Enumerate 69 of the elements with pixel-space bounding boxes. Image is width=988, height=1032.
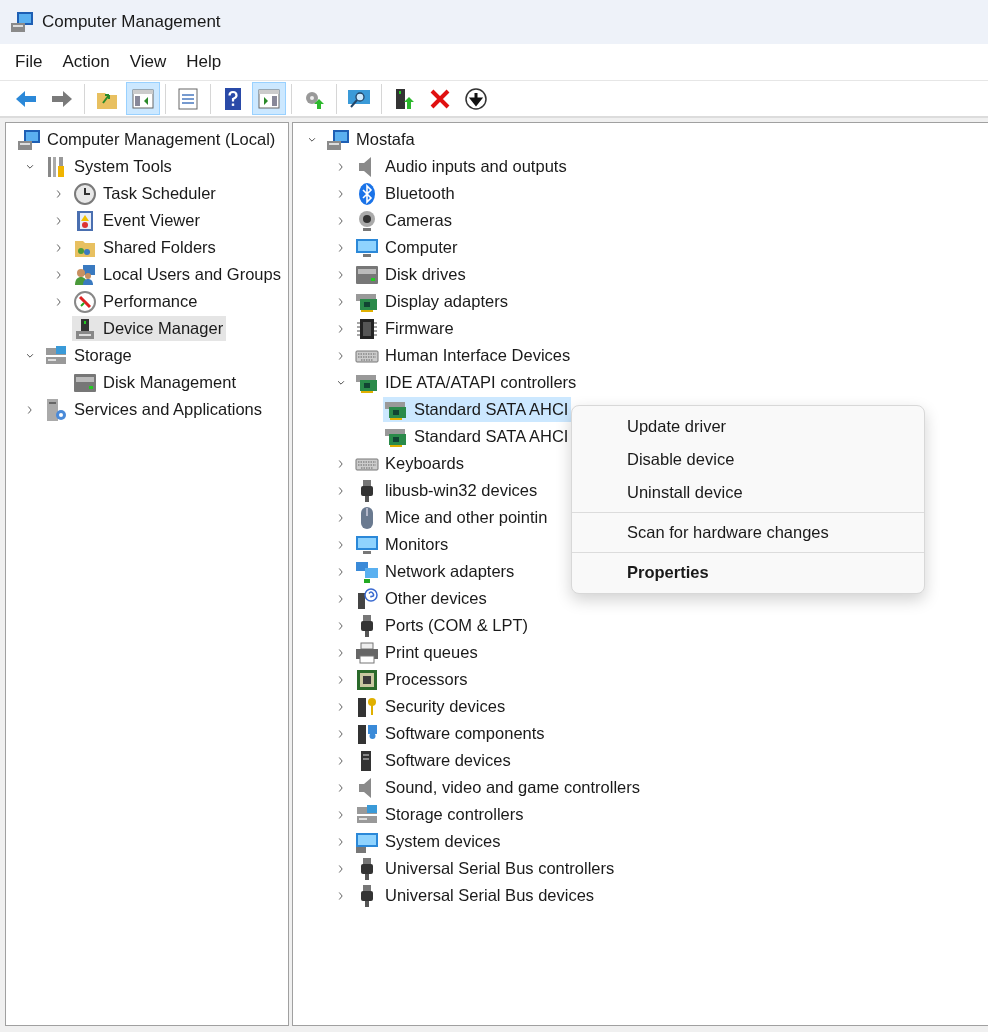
list-icon [176, 86, 200, 111]
server-gear-icon [44, 397, 68, 422]
tree-item[interactable]: Shared Folders [72, 235, 219, 260]
computer-icon [17, 127, 41, 152]
console-tree-button[interactable] [126, 82, 160, 115]
menu-item[interactable]: Properties [583, 556, 913, 589]
tree-item[interactable]: Audio inputs and outputs [354, 154, 570, 179]
tree-item[interactable]: Services and Applications [43, 397, 266, 422]
tree-item[interactable]: Mostafa [325, 127, 418, 152]
menu-item[interactable]: Scan for hardware changes [583, 516, 913, 549]
device-icon [73, 316, 97, 341]
tree-item[interactable]: Task Scheduler [72, 181, 219, 206]
tree-item[interactable]: Universal Serial Bus devices [354, 883, 598, 908]
computer-icon [326, 127, 350, 152]
tree-item[interactable]: Storage [43, 343, 135, 368]
tree-item[interactable]: Monitors [354, 532, 452, 557]
gauge-icon [73, 289, 97, 314]
processor-icon [355, 667, 379, 692]
tree-item[interactable]: Other devices [354, 586, 490, 611]
tree-item[interactable]: Ports (COM & LPT) [354, 613, 531, 638]
tree-item[interactable]: Event Viewer [72, 208, 203, 233]
tree-item[interactable]: libusb-win32 devices [354, 478, 541, 503]
tree-item[interactable]: Disk Management [72, 370, 239, 395]
tree-item[interactable]: Local Users and Groups [72, 262, 284, 287]
action-pane-button[interactable] [252, 82, 286, 115]
users-icon [73, 262, 97, 287]
tree-item[interactable]: Keyboards [354, 451, 467, 476]
computer-icon [10, 10, 34, 34]
menu-item[interactable]: Update driver [583, 410, 913, 443]
tree-item[interactable]: Storage controllers [354, 802, 527, 827]
tree-item[interactable]: Display adapters [354, 289, 511, 314]
tree-item[interactable]: Security devices [354, 694, 509, 719]
unknown-device-icon [355, 586, 379, 611]
menu-item[interactable]: Help [177, 49, 231, 75]
tree-item[interactable]: Device Manager [72, 316, 227, 341]
tree-item[interactable]: Computer [354, 235, 461, 260]
menu-item[interactable]: Uninstall device [583, 476, 913, 509]
printer-icon [355, 640, 379, 665]
menu-item[interactable]: View [120, 49, 176, 75]
chip-icon [355, 316, 379, 341]
tree-item[interactable]: Sound, video and game controllers [354, 775, 643, 800]
tree-item[interactable]: Software components [354, 721, 548, 746]
tree-item[interactable]: Bluetooth [354, 181, 458, 206]
down-arrow-circle-icon [464, 86, 488, 111]
tree-item[interactable]: IDE ATA/ATAPI controllers [354, 370, 580, 395]
pane-icon [131, 86, 155, 111]
tree-item[interactable]: Disk drives [354, 262, 469, 287]
tree-item[interactable]: Software devices [354, 748, 514, 773]
network-icon [355, 559, 379, 584]
tree-item[interactable]: System Tools [43, 154, 175, 179]
tree-item[interactable]: Processors [354, 667, 471, 692]
tree-item[interactable]: Cameras [354, 208, 455, 233]
tree-item[interactable]: Standard SATA AHCI [383, 397, 572, 422]
clock-icon [73, 181, 97, 206]
menu-item[interactable]: Disable device [583, 443, 913, 476]
tree-item[interactable]: Network adapters [354, 559, 518, 584]
tree-item[interactable]: Print queues [354, 640, 481, 665]
window-title: Computer Management [42, 11, 221, 34]
tree-item[interactable]: Performance [72, 289, 201, 314]
tree-item[interactable]: System devices [354, 829, 504, 854]
tree-item[interactable]: Universal Serial Bus controllers [354, 856, 618, 881]
tree-item[interactable]: Human Interface Devices [354, 343, 574, 368]
tree-item[interactable]: Firmware [354, 316, 457, 341]
pane-icon [257, 86, 281, 111]
tree-item[interactable]: Computer Management (Local) [16, 127, 279, 152]
menu-item[interactable]: Action [53, 49, 119, 75]
tree-item[interactable]: Standard SATA AHCI [383, 424, 572, 449]
menu-item[interactable]: File [6, 49, 52, 75]
tree-item[interactable]: Mice and other pointin [354, 505, 551, 530]
